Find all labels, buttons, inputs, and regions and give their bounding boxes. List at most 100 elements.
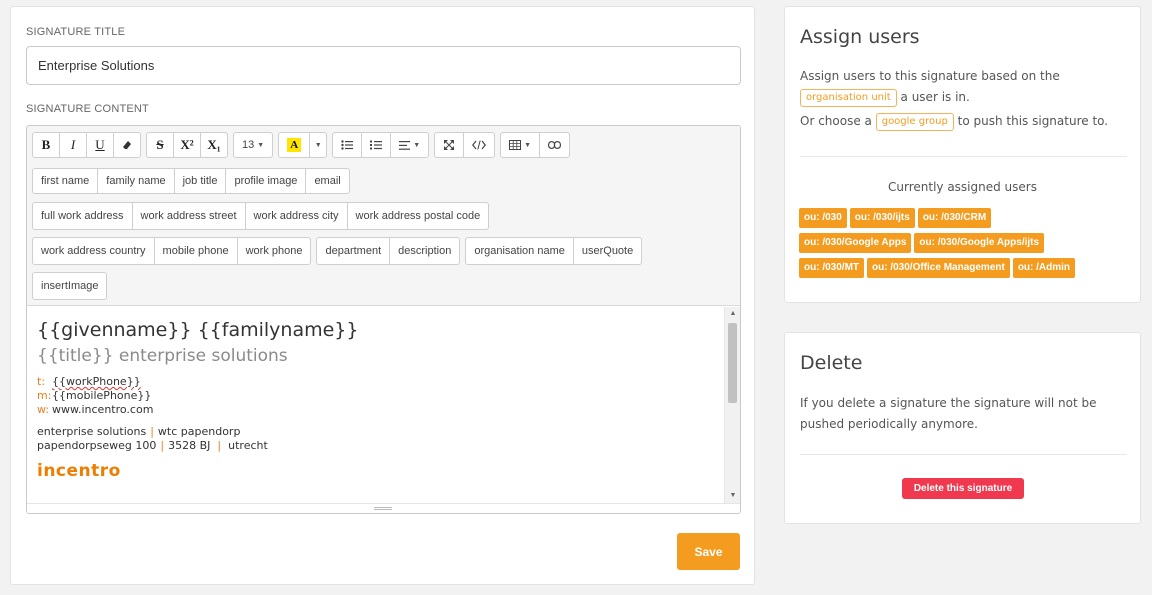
insert-family-name-button[interactable]: family name [97,168,175,194]
building-name: wtc papendorp [157,425,241,438]
scroll-down-icon[interactable]: ▼ [725,489,740,503]
delete-signature-button[interactable]: Delete this signature [902,478,1024,499]
code-icon [472,140,487,150]
link-icon [548,141,562,149]
insert-image-button[interactable]: insertImage [32,272,108,300]
token-row-1: first name family name job title profile… [32,168,355,194]
phone-key: t: [37,375,46,388]
insert-email-button[interactable]: email [305,168,350,194]
google-group-link[interactable]: google group [875,112,954,131]
signature-title-label: SIGNATURE TITLE [26,26,126,38]
fullscreen-icon [444,140,455,150]
rich-text-editor: B I U S X² X₁ 13 ▼ A ▼ ▼ ▼ first name fa… [26,125,741,514]
signature-phone-line: t: {{workPhone}} [37,375,714,389]
token-row-3: work address country mobile phone work p… [32,237,647,265]
insert-mobile-phone-button[interactable]: mobile phone [153,237,238,265]
highlight-color-button[interactable]: A [278,132,311,158]
view-group [434,132,496,158]
assigned-users-heading: Currently assigned users [888,180,1037,194]
assign-line-2-text: a user is in. [900,90,970,104]
table-dropdown-button[interactable]: ▼ [500,132,541,158]
chevron-down-icon: ▼ [257,141,265,149]
align-dropdown-button[interactable]: ▼ [390,132,430,158]
strikethrough-button[interactable]: S [146,132,174,158]
phone-value: {{workPhone}} [52,375,141,388]
chevron-down-icon: ▼ [524,141,532,149]
assigned-users-list: ou: /030 ou: /030/ijts ou: /030/CRM ou: … [799,208,1139,283]
assign-users-description: Assign users to this signature based on … [800,66,1130,132]
insert-description-button[interactable]: description [389,237,461,265]
web-value: www.incentro.com [52,403,154,416]
signature-title-input[interactable] [26,46,741,85]
assigned-ou-badge[interactable]: ou: /Admin [1012,258,1076,278]
superscript-button[interactable]: X² [173,132,201,158]
badge-row: ou: /030/MT ou: /030/Office Management o… [799,258,1139,278]
contact-token-group: work address country mobile phone work p… [32,237,312,265]
insert-first-name-button[interactable]: first name [32,168,99,194]
insert-department-button[interactable]: department [316,237,391,265]
save-button[interactable]: Save [677,533,740,570]
street-address: papendorpseweg 100 [37,439,157,452]
mobile-value: {{mobilePhone}} [52,389,152,402]
underline-button[interactable]: U [86,132,114,158]
italic-button[interactable]: I [59,132,87,158]
insert-work-phone-button[interactable]: work phone [236,237,312,265]
insert-work-address-city-button[interactable]: work address city [244,202,348,230]
insert-work-address-postal-code-button[interactable]: work address postal code [346,202,490,230]
insert-work-address-street-button[interactable]: work address street [131,202,246,230]
assigned-ou-badge[interactable]: ou: /030/ijts [849,208,915,228]
separator: | [217,439,222,452]
signature-name-line: {{givenname}} {{familyname}} [37,319,359,341]
fullscreen-button[interactable] [434,132,465,158]
scrollbar-thumb[interactable] [728,323,737,403]
assigned-ou-badge[interactable]: ou: /030/Google Apps/ijts [914,233,1045,253]
numbered-list-button[interactable] [361,132,392,158]
token-row-4: insertImage [32,272,112,300]
insert-work-address-country-button[interactable]: work address country [32,237,155,265]
editor-toolbar: B I U S X² X₁ 13 ▼ A ▼ ▼ ▼ first name fa… [27,126,740,306]
signature-address-line-1: enterprise solutions | wtc papendorp [37,425,714,439]
subscript-button[interactable]: X₁ [200,132,228,158]
company-name: enterprise solutions [37,425,147,438]
bold-button[interactable]: B [32,132,60,158]
color-group: A ▼ [278,132,328,158]
editor-resize-handle[interactable] [27,503,740,513]
misc-token-group: organisation name userQuote [465,237,643,265]
numbered-list-icon [370,140,383,150]
city: utrecht [228,439,268,452]
assigned-ou-badge[interactable]: ou: /030/Google Apps [799,233,912,253]
signature-content-label: SIGNATURE CONTENT [26,103,149,115]
insert-group: ▼ [500,132,571,158]
insert-organisation-name-button[interactable]: organisation name [465,237,574,265]
insert-job-title-button[interactable]: job title [173,168,227,194]
code-view-button[interactable] [463,132,496,158]
insert-profile-image-button[interactable]: profile image [225,168,307,194]
signature-mobile-line: m:{{mobilePhone}} [37,389,714,403]
assigned-ou-badge[interactable]: ou: /030/CRM [917,208,992,228]
token-row-2: full work address work address street wo… [32,202,494,230]
chevron-down-icon: ▼ [314,141,322,149]
insert-user-quote-button[interactable]: userQuote [572,237,643,265]
scroll-up-icon[interactable]: ▲ [725,307,740,321]
color-dropdown-button[interactable]: ▼ [309,132,328,158]
font-size-dropdown[interactable]: 13 ▼ [233,132,274,158]
mobile-key: m: [37,389,52,402]
assigned-ou-badge[interactable]: ou: /030 [799,208,847,228]
incentro-logo: incentro [37,461,121,481]
font-size-group: 13 ▼ [233,132,274,158]
signature-editor-card: SIGNATURE TITLE SIGNATURE CONTENT B I U … [10,6,755,585]
delete-description: If you delete a signature the signature … [800,396,1097,431]
clear-format-button[interactable] [113,132,141,158]
signature-content-area[interactable]: {{givenname}} {{familyname}} {{title}} e… [27,307,724,513]
bullet-list-icon [341,140,354,150]
assign-line-3-post: to push this signature to. [957,114,1109,128]
image-token-group: insertImage [32,272,108,300]
organisation-unit-link[interactable]: organisation unit [800,88,897,107]
link-button[interactable] [539,132,571,158]
assigned-ou-badge[interactable]: ou: /030/Office Management [867,258,1010,278]
insert-full-work-address-button[interactable]: full work address [32,202,133,230]
assigned-ou-badge[interactable]: ou: /030/MT [799,258,865,278]
bullet-list-button[interactable] [332,132,363,158]
align-icon [399,140,411,150]
content-scrollbar[interactable]: ▲ ▼ [724,307,740,503]
